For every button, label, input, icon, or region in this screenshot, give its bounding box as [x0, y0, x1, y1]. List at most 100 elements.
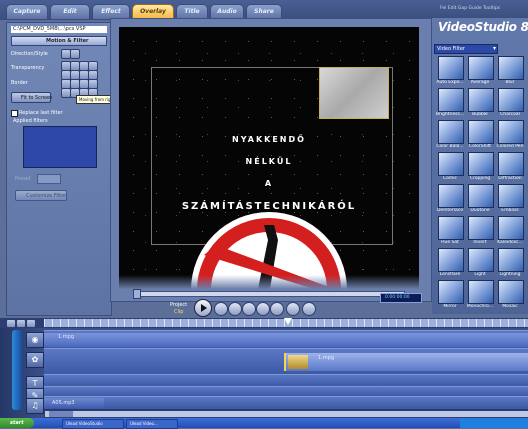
timecode-display[interactable]: 0:00:00:00	[380, 293, 422, 303]
scrub-handle[interactable]	[133, 289, 141, 299]
fit-to-screen-label: Fit to Screen	[21, 95, 53, 101]
filter-thumbnail[interactable]	[468, 216, 494, 240]
filter-thumbnail[interactable]	[468, 152, 494, 176]
overlay-track-icon[interactable]: ✿	[26, 352, 44, 368]
filter-thumbnail[interactable]	[438, 56, 464, 80]
filter-label: DeInterlace	[436, 208, 464, 213]
timeline-scrollbar[interactable]	[44, 410, 528, 418]
customize-filter-label: Customize Filter	[26, 193, 67, 199]
filter-thumbnail[interactable]	[468, 88, 494, 112]
library-panel: VideoStudio 8 Video Filter ▾ Auto Expo..…	[432, 18, 528, 314]
start-button[interactable]: start	[0, 418, 34, 428]
filter-thumbnail[interactable]	[498, 216, 524, 240]
filter-thumbnail[interactable]	[498, 280, 524, 304]
section-title: Motion & Filter	[46, 38, 89, 44]
filter-label: ColorShift	[469, 144, 491, 149]
overlay-track[interactable]: 1.mpg	[44, 348, 528, 376]
timeline-view-button[interactable]	[16, 319, 26, 328]
tab-edit[interactable]: Edit	[50, 4, 90, 20]
storyboard-view-button[interactable]	[6, 319, 16, 328]
filter-label: Cropping	[469, 176, 491, 181]
filter-thumbnail[interactable]	[468, 184, 494, 208]
filter-thumbnail[interactable]	[498, 88, 524, 112]
filter-thumbnail[interactable]	[498, 56, 524, 80]
music-track[interactable]: A05.mp3	[44, 396, 528, 410]
filter-thumbnail[interactable]	[498, 184, 524, 208]
top-right-links[interactable]: Fel Edit Gap Guide Tooltips	[440, 6, 500, 11]
filter-thumbnail[interactable]	[468, 280, 494, 304]
transparency-label: Transparency	[11, 65, 45, 71]
clip-label[interactable]: Clip	[174, 309, 183, 315]
border-label: Border	[11, 80, 28, 86]
title-text-line: SZÁMÍTÁSTECHNIKÁRÓL	[181, 201, 357, 212]
options-panel: C:\PCM_DVD_5MB\...\pcs VSP Motion & Filt…	[6, 22, 112, 316]
timeline-scrollbar-thumb[interactable]	[49, 411, 73, 417]
replace-filter-checkbox[interactable]	[11, 110, 18, 117]
previous-frame-button[interactable]	[228, 302, 242, 316]
filter-label: Invert	[473, 240, 487, 245]
filter-label: Light	[474, 272, 486, 277]
start-label: start	[10, 420, 24, 426]
filter-thumbnail[interactable]	[468, 120, 494, 144]
filter-label: Mirror	[443, 304, 457, 309]
tab-capture[interactable]: Capture	[6, 4, 48, 20]
direction-button-2[interactable]	[70, 49, 80, 59]
filter-thumbnail[interactable]	[498, 152, 524, 176]
project-label[interactable]: Project	[170, 302, 187, 308]
chevron-down-icon: ▾	[492, 45, 496, 52]
replace-filter-label: Replace last filter	[19, 110, 63, 116]
system-tray[interactable]	[460, 418, 528, 428]
library-dropdown[interactable]: Video Filter ▾	[434, 44, 498, 54]
taskbar: start Ulead VideoStudio Ulead Video...	[0, 418, 528, 429]
filter-thumbnail[interactable]	[438, 184, 464, 208]
audio-clip-label: A05.mp3	[52, 400, 75, 406]
zoom-button[interactable]	[26, 319, 36, 328]
filter-label: Kaleidosc...	[497, 240, 523, 245]
filter-label: Blur	[505, 80, 515, 85]
applied-filters-list[interactable]	[23, 126, 97, 168]
video-track[interactable]: 1.mpg	[44, 330, 528, 350]
video-track-icon[interactable]: ◉	[26, 332, 44, 348]
preset-dropdown[interactable]	[37, 174, 61, 184]
filter-thumbnail[interactable]	[438, 152, 464, 176]
next-frame-button[interactable]	[242, 302, 256, 316]
fit-to-screen-button[interactable]: Fit to Screen	[11, 92, 53, 103]
volume-button[interactable]	[286, 302, 300, 316]
video-clip[interactable]: 1.mpg	[44, 333, 528, 347]
filter-thumbnail[interactable]	[468, 56, 494, 80]
music-track-icon[interactable]: ♫	[26, 398, 44, 414]
scrub-bar[interactable]	[133, 291, 405, 297]
overlay-clip-box[interactable]	[319, 67, 389, 119]
filter-label: Lightning	[499, 272, 521, 277]
title-text-line: A	[264, 179, 274, 188]
filter-thumbnail[interactable]	[498, 248, 524, 272]
filter-thumbnail[interactable]	[438, 248, 464, 272]
library-dropdown-value: Video Filter	[437, 46, 465, 52]
filter-label: Duotone	[470, 208, 490, 213]
overlay-clip[interactable]: 1.mpg	[284, 353, 528, 371]
enlarge-button[interactable]	[302, 302, 316, 316]
filter-thumbnail[interactable]	[438, 216, 464, 240]
overlay-clip-label: 1.mpg	[318, 355, 334, 361]
home-button[interactable]	[214, 302, 228, 316]
preview-screen[interactable]: NYAKKENDŐ NÉLKÜL A SZÁMÍTÁSTECHNIKÁRÓL	[119, 27, 419, 289]
filter-label: Bubble	[472, 112, 488, 117]
overlay-clip-thumbnail	[288, 355, 308, 369]
filter-label: Comic	[442, 176, 457, 181]
filter-thumbnail[interactable]	[498, 120, 524, 144]
filter-thumbnail[interactable]	[438, 120, 464, 144]
end-button[interactable]	[256, 302, 270, 316]
filter-thumbnail[interactable]	[468, 248, 494, 272]
filter-thumbnail[interactable]	[438, 88, 464, 112]
filter-label: Brightness...	[435, 112, 465, 117]
title-text-line: NYAKKENDŐ	[232, 135, 306, 144]
repeat-button[interactable]	[270, 302, 284, 316]
audio-clip[interactable]: A05.mp3	[44, 398, 104, 408]
playhead-marker[interactable]	[284, 318, 292, 325]
title-text-line: NÉLKÜL	[245, 157, 293, 166]
customize-filter-button[interactable]: Customize Filter	[15, 190, 67, 201]
filter-thumbnail[interactable]	[438, 280, 464, 304]
tab-motion-filter[interactable]: Motion & Filter	[11, 36, 107, 46]
play-button[interactable]	[194, 299, 212, 317]
track-selector-strip[interactable]	[12, 330, 22, 410]
